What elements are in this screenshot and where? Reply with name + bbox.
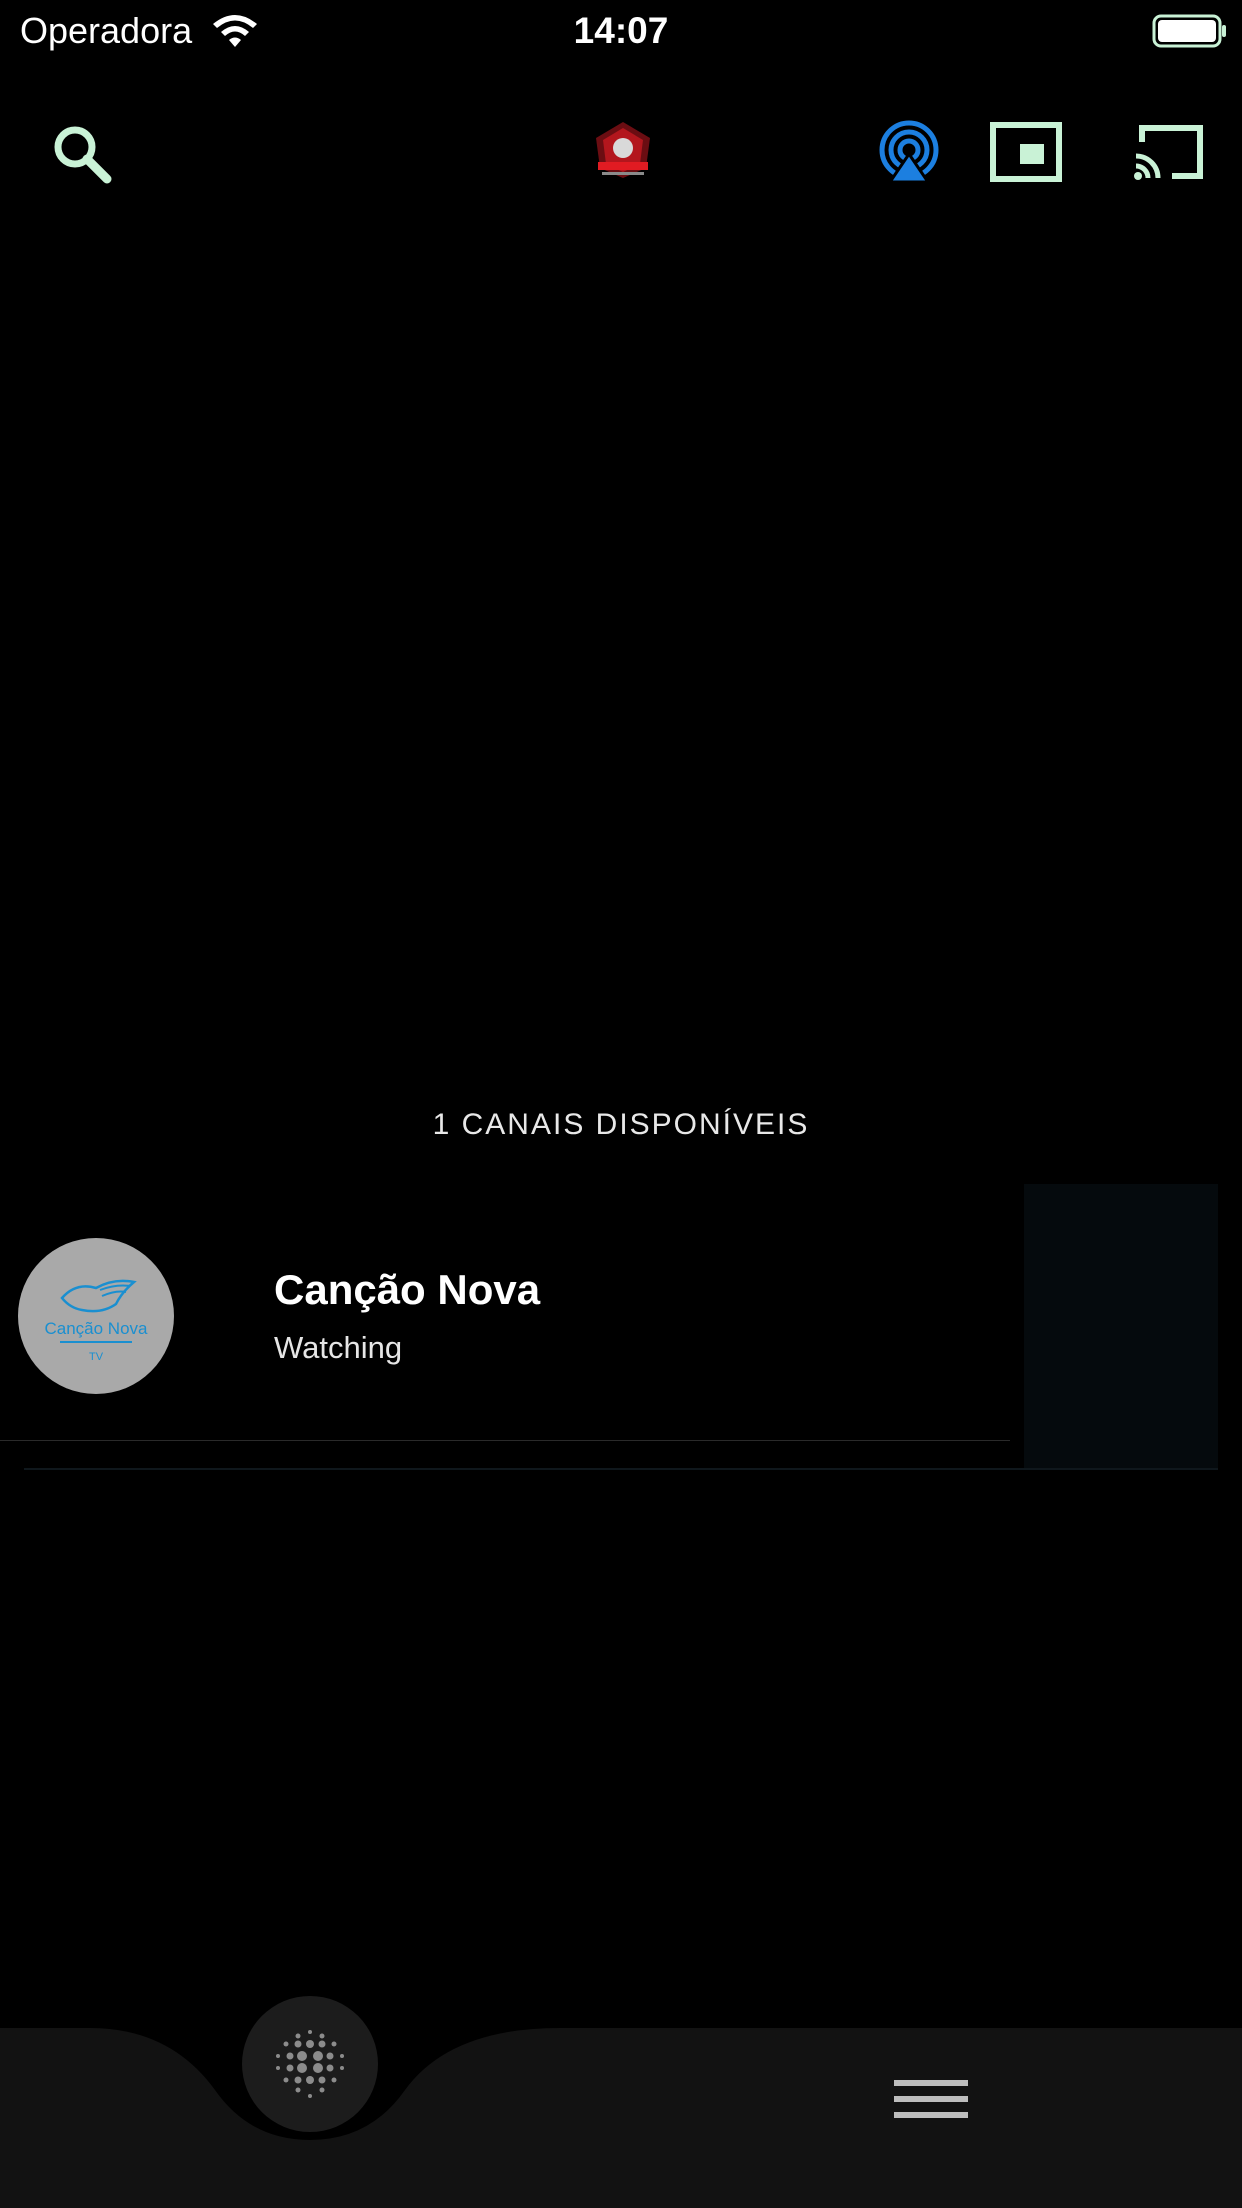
channel-count-label: 1 CANAIS DISPONÍVEIS	[432, 1108, 810, 1141]
tab-bar-background	[0, 2028, 1242, 2208]
hamburger-menu-icon[interactable]	[890, 2076, 972, 2130]
row-action-panel	[1024, 1184, 1218, 1470]
row-bottom-line	[24, 1468, 1218, 1470]
channel-logo: Canção Nova TV	[18, 1238, 174, 1394]
cast-icon[interactable]	[1132, 122, 1206, 182]
center-tab-button[interactable]	[242, 1996, 378, 2132]
status-bar: Operadora 14:07	[0, 0, 1242, 62]
status-time: 14:07	[573, 10, 669, 51]
channel-row[interactable]: Canção Nova TV Canção Nova Watching	[0, 1184, 1218, 1470]
channel-status: Watching	[274, 1330, 403, 1365]
channel-logo-subtext: TV	[89, 1351, 104, 1363]
battery-icon	[1152, 14, 1226, 48]
app-screen: Operadora 14:07 1 CANAIS DISPONÍVEIS Can…	[0, 0, 1242, 2208]
top-toolbar	[0, 110, 1242, 202]
airplay-icon[interactable]	[876, 120, 942, 186]
search-icon[interactable]	[50, 122, 114, 186]
picture-in-picture-icon[interactable]	[990, 122, 1062, 182]
channel-logo-text: Canção Nova	[44, 1319, 148, 1338]
row-divider	[0, 1440, 1010, 1441]
app-logo	[596, 122, 650, 178]
dotted-circle-icon	[276, 2030, 344, 2098]
bottom-tab-bar	[0, 1990, 1242, 2208]
channel-name: Canção Nova	[274, 1266, 541, 1313]
